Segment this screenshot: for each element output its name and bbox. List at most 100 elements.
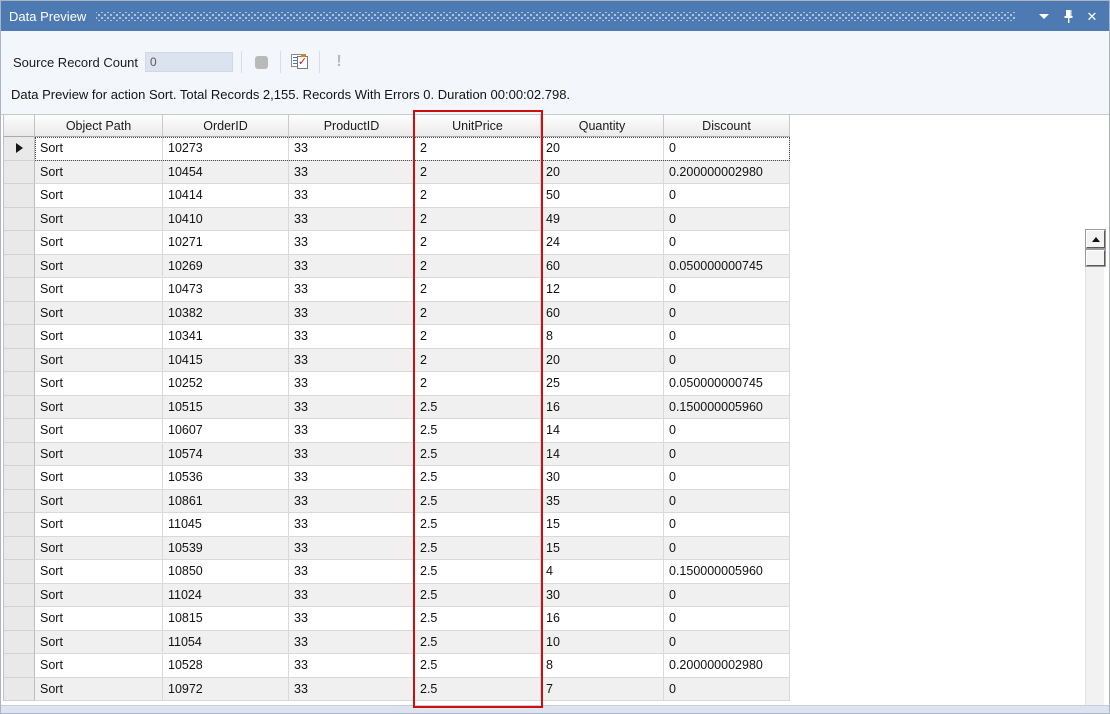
row-selector[interactable]: [3, 137, 35, 161]
grid-cell[interactable]: 8: [541, 654, 664, 678]
grid-cell[interactable]: Sort: [35, 278, 163, 302]
grid-cell[interactable]: 2: [415, 301, 541, 325]
preview-data-button[interactable]: ✓: [289, 51, 311, 73]
grid-cell[interactable]: 10539: [163, 536, 289, 560]
grid-cell[interactable]: 11024: [163, 583, 289, 607]
grid-cell[interactable]: 33: [289, 677, 415, 701]
grid-cell[interactable]: 0.050000000745: [664, 372, 790, 396]
grid-cell[interactable]: Sort: [35, 395, 163, 419]
grid-cell[interactable]: 2.5: [415, 630, 541, 654]
grid-cell[interactable]: 10271: [163, 231, 289, 255]
grid-cell[interactable]: 25: [541, 372, 664, 396]
grid-cell[interactable]: 2: [415, 254, 541, 278]
grid-cell[interactable]: 2.5: [415, 677, 541, 701]
grid-cell[interactable]: 4: [541, 560, 664, 584]
grid-cell[interactable]: 0: [664, 301, 790, 325]
row-selector[interactable]: [3, 184, 35, 208]
grid-cell[interactable]: 2: [415, 160, 541, 184]
row-selector[interactable]: [3, 442, 35, 466]
grid-cell[interactable]: Sort: [35, 442, 163, 466]
grid-cell[interactable]: 10273: [163, 137, 289, 161]
column-header-unitprice[interactable]: UnitPrice: [415, 115, 541, 137]
grid-cell[interactable]: Sort: [35, 654, 163, 678]
grid-cell[interactable]: 33: [289, 489, 415, 513]
grid-cell[interactable]: 0: [664, 278, 790, 302]
grid-cell[interactable]: 2.5: [415, 536, 541, 560]
stop-button[interactable]: [250, 51, 272, 73]
grid-cell[interactable]: Sort: [35, 301, 163, 325]
grid-cell[interactable]: 10536: [163, 466, 289, 490]
grid-cell[interactable]: 33: [289, 137, 415, 161]
grid-cell[interactable]: 10414: [163, 184, 289, 208]
grid-cell[interactable]: 0: [664, 466, 790, 490]
grid-cell[interactable]: 0: [664, 231, 790, 255]
grid-cell[interactable]: Sort: [35, 677, 163, 701]
row-selector[interactable]: [3, 348, 35, 372]
grid-cell[interactable]: 33: [289, 536, 415, 560]
column-header-object-path[interactable]: Object Path: [35, 115, 163, 137]
grid-cell[interactable]: 60: [541, 301, 664, 325]
grid-cell[interactable]: 0: [664, 325, 790, 349]
grid-cell[interactable]: 33: [289, 607, 415, 631]
grid-cell[interactable]: 0: [664, 419, 790, 443]
grid-cell[interactable]: 12: [541, 278, 664, 302]
grid-cell[interactable]: 33: [289, 278, 415, 302]
grid-cell[interactable]: 10382: [163, 301, 289, 325]
scrollbar-up-button[interactable]: [1086, 230, 1105, 248]
grid-cell[interactable]: 8: [541, 325, 664, 349]
grid-cell[interactable]: 0.050000000745: [664, 254, 790, 278]
grid-cell[interactable]: 0.200000002980: [664, 654, 790, 678]
grid-cell[interactable]: 2.5: [415, 442, 541, 466]
grid-cell[interactable]: 7: [541, 677, 664, 701]
grid-cell[interactable]: 10252: [163, 372, 289, 396]
grid-cell[interactable]: 0: [664, 207, 790, 231]
grid-cell[interactable]: 0: [664, 677, 790, 701]
grid-cell[interactable]: 33: [289, 630, 415, 654]
grid-cell[interactable]: 10454: [163, 160, 289, 184]
grid-cell[interactable]: 60: [541, 254, 664, 278]
grid-cell[interactable]: 14: [541, 442, 664, 466]
row-selector[interactable]: [3, 278, 35, 302]
grid-cell[interactable]: 10410: [163, 207, 289, 231]
grid-cell[interactable]: 33: [289, 419, 415, 443]
grid-cell[interactable]: 0: [664, 583, 790, 607]
grid-cell[interactable]: 10: [541, 630, 664, 654]
row-selector[interactable]: [3, 207, 35, 231]
grid-cell[interactable]: 2.5: [415, 560, 541, 584]
grid-cell[interactable]: 33: [289, 513, 415, 537]
row-selector[interactable]: [3, 560, 35, 584]
grid-cell[interactable]: 10269: [163, 254, 289, 278]
grid-cell[interactable]: 33: [289, 560, 415, 584]
show-errors-button[interactable]: !: [328, 51, 350, 73]
grid-cell[interactable]: 33: [289, 466, 415, 490]
grid-cell[interactable]: 14: [541, 419, 664, 443]
row-selector[interactable]: [3, 677, 35, 701]
source-record-count-input[interactable]: [145, 52, 234, 72]
grid-cell[interactable]: 33: [289, 348, 415, 372]
column-header-discount[interactable]: Discount: [664, 115, 790, 137]
grid-cell[interactable]: 33: [289, 160, 415, 184]
grid-cell[interactable]: 33: [289, 372, 415, 396]
grid-cell[interactable]: 33: [289, 301, 415, 325]
grid-cell[interactable]: Sort: [35, 513, 163, 537]
column-header-orderid[interactable]: OrderID: [163, 115, 289, 137]
grid-cell[interactable]: 15: [541, 513, 664, 537]
grid-cell[interactable]: 2: [415, 231, 541, 255]
grid-cell[interactable]: Sort: [35, 607, 163, 631]
row-selector[interactable]: [3, 231, 35, 255]
grid-cell[interactable]: Sort: [35, 583, 163, 607]
grid-cell[interactable]: Sort: [35, 372, 163, 396]
grid-cell[interactable]: 10574: [163, 442, 289, 466]
row-selector-header[interactable]: [3, 115, 35, 137]
grid-cell[interactable]: 10861: [163, 489, 289, 513]
grid-cell[interactable]: Sort: [35, 160, 163, 184]
grid-cell[interactable]: 30: [541, 466, 664, 490]
grid-cell[interactable]: Sort: [35, 489, 163, 513]
grid-cell[interactable]: 33: [289, 207, 415, 231]
row-selector[interactable]: [3, 513, 35, 537]
grid-cell[interactable]: 16: [541, 607, 664, 631]
grid-cell[interactable]: 2.5: [415, 395, 541, 419]
grid-cell[interactable]: 10972: [163, 677, 289, 701]
grid-cell[interactable]: Sort: [35, 466, 163, 490]
window-position-button[interactable]: [1035, 7, 1053, 25]
